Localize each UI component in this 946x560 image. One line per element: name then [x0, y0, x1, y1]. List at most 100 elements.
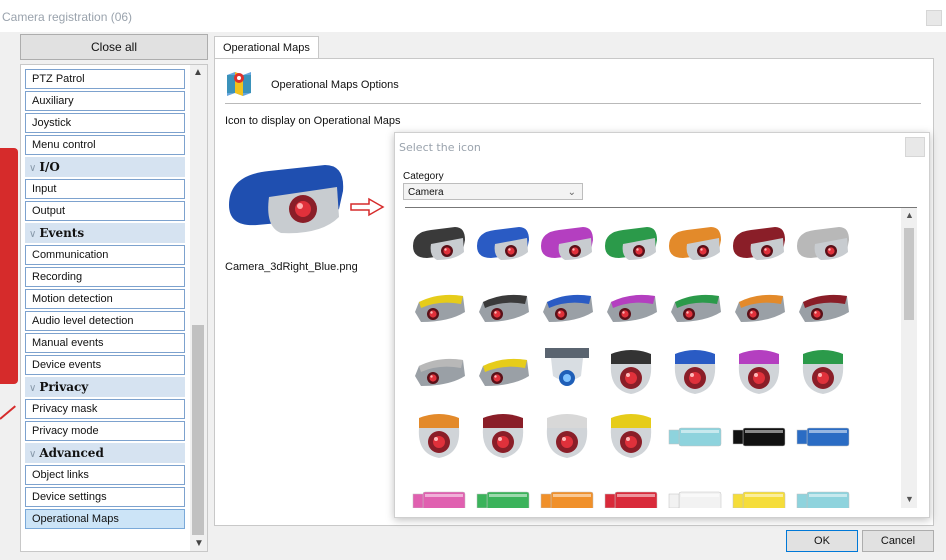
annotation-line: [0, 405, 16, 420]
icon-option-box-2-0[interactable]: [409, 342, 469, 402]
scroll-up-icon[interactable]: ▲: [193, 67, 203, 78]
nav-item-motion-detection[interactable]: Motion detection: [25, 289, 185, 309]
icon-option-box-1-6[interactable]: [793, 278, 853, 338]
nav-group-label: I/O: [39, 160, 60, 174]
close-all-button[interactable]: Close all: [20, 34, 208, 60]
nav-item-audio-level-detection[interactable]: Audio level detection: [25, 311, 185, 331]
icon-option-flat-3-5[interactable]: [729, 406, 789, 466]
nav-item-auxiliary[interactable]: Auxiliary: [25, 91, 185, 111]
icon-option-box-1-2[interactable]: [537, 278, 597, 338]
icon-option-flat-4-4[interactable]: [665, 470, 725, 508]
icon-option-bullet-0-0[interactable]: [409, 214, 469, 274]
icon-option-ceiling-2-2[interactable]: [537, 342, 597, 402]
window-close-button[interactable]: [926, 10, 942, 26]
icon-grid-scrollbar[interactable]: ▲ ▼: [901, 208, 917, 508]
options-header-label: Operational Maps Options: [271, 79, 399, 91]
icon-option-flat-3-4[interactable]: [665, 406, 725, 466]
nav-item-communication[interactable]: Communication: [25, 245, 185, 265]
settings-nav-list: PTZ Patrol Auxiliary Joystick Menu control ∨…: [20, 64, 208, 552]
icon-option-bullet-0-4[interactable]: [665, 214, 725, 274]
dialog-close-button[interactable]: [905, 137, 925, 157]
nav-group-i-o[interactable]: ∨ I/O: [25, 157, 185, 177]
header-divider: [225, 103, 921, 104]
nav-group-label: Events: [39, 226, 85, 240]
icon-option-flat-4-5[interactable]: [729, 470, 789, 508]
nav-group-privacy[interactable]: ∨ Privacy: [25, 377, 185, 397]
nav-item-device-events[interactable]: Device events: [25, 355, 185, 375]
icon-grid: ▲ ▼: [405, 207, 917, 508]
tab-operational-maps[interactable]: Operational Maps: [214, 36, 319, 59]
icon-option-box-1-4[interactable]: [665, 278, 725, 338]
icon-option-dome-2-5[interactable]: [729, 342, 789, 402]
chevron-down-icon: ∨: [29, 449, 37, 460]
nav-item-privacy-mask[interactable]: Privacy mask: [25, 399, 185, 419]
icon-option-box-1-3[interactable]: [601, 278, 661, 338]
nav-group-advanced[interactable]: ∨ Advanced: [25, 443, 185, 463]
nav-item-input[interactable]: Input: [25, 179, 185, 199]
window-title: Camera registration (06): [2, 10, 133, 24]
icon-option-flat-4-6[interactable]: [793, 470, 853, 508]
nav-item-device-settings[interactable]: Device settings: [25, 487, 185, 507]
scroll-up-icon[interactable]: ▲: [905, 210, 914, 220]
icon-option-flat-4-3[interactable]: [601, 470, 661, 508]
scroll-down-icon[interactable]: ▼: [905, 494, 914, 504]
icon-filename: Camera_3dRight_Blue.png: [225, 261, 358, 273]
dialog-title: Select the icon: [399, 141, 481, 154]
icon-option-bullet-0-6[interactable]: [793, 214, 853, 274]
ok-button[interactable]: OK: [786, 530, 858, 552]
nav-group-events[interactable]: ∨ Events: [25, 223, 185, 243]
icon-display-label: Icon to display on Operational Maps: [225, 115, 401, 127]
nav-item-output[interactable]: Output: [25, 201, 185, 221]
icon-option-bullet-0-3[interactable]: [601, 214, 661, 274]
icon-option-dome-2-3[interactable]: [601, 342, 661, 402]
category-value: Camera: [408, 187, 444, 198]
icon-option-flat-4-2[interactable]: [537, 470, 597, 508]
nav-scrollbar[interactable]: ▲ ▼: [190, 65, 207, 551]
icon-option-dome-3-1[interactable]: [473, 406, 533, 466]
icon-option-box-1-0[interactable]: [409, 278, 469, 338]
tab-bar: Operational Maps: [214, 34, 940, 59]
options-header: Operational Maps Options: [225, 69, 925, 105]
icon-option-dome-3-0[interactable]: [409, 406, 469, 466]
nav-item-ptz-patrol[interactable]: PTZ Patrol: [25, 69, 185, 89]
nav-item-operational-maps[interactable]: Operational Maps: [25, 509, 185, 529]
icon-option-box-1-5[interactable]: [729, 278, 789, 338]
nav-item-menu-control[interactable]: Menu control: [25, 135, 185, 155]
chevron-down-icon: ∨: [29, 229, 37, 240]
icon-option-box-2-1[interactable]: [473, 342, 533, 402]
map-icon: [227, 72, 251, 96]
icon-option-flat-3-6[interactable]: [793, 406, 853, 466]
nav-item-recording[interactable]: Recording: [25, 267, 185, 287]
category-label: Category: [403, 171, 444, 182]
nav-item-object-links[interactable]: Object links: [25, 465, 185, 485]
nav-item-manual-events[interactable]: Manual events: [25, 333, 185, 353]
scroll-down-icon[interactable]: ▼: [194, 538, 204, 549]
icon-option-dome-2-6[interactable]: [793, 342, 853, 402]
arrow-right-icon: [350, 197, 385, 217]
cancel-button[interactable]: Cancel: [862, 530, 934, 552]
nav-group-label: Advanced: [39, 446, 104, 460]
icon-option-dome-3-3[interactable]: [601, 406, 661, 466]
left-panel: Close all PTZ Patrol Auxiliary Joystick Men…: [20, 34, 208, 552]
icon-option-flat-4-0[interactable]: [409, 470, 469, 508]
icon-option-dome-3-2[interactable]: [537, 406, 597, 466]
icon-option-flat-4-1[interactable]: [473, 470, 533, 508]
scroll-thumb[interactable]: [192, 325, 204, 535]
nav-item-privacy-mode[interactable]: Privacy mode: [25, 421, 185, 441]
icon-option-box-1-1[interactable]: [473, 278, 533, 338]
icon-option-bullet-0-1[interactable]: [473, 214, 533, 274]
scroll-thumb[interactable]: [904, 228, 914, 320]
chevron-down-icon: ∨: [29, 163, 37, 174]
category-select[interactable]: Camera ⌄: [403, 183, 583, 200]
chevron-down-icon: ∨: [29, 383, 37, 394]
icon-option-bullet-0-5[interactable]: [729, 214, 789, 274]
title-bar: Camera registration (06): [0, 0, 946, 32]
icon-option-bullet-0-2[interactable]: [537, 214, 597, 274]
nav-group-label: Privacy: [39, 380, 89, 394]
select-icon-dialog: Select the icon Category Camera ⌄ ▲ ▼: [394, 132, 930, 518]
annotation-marker: [0, 148, 18, 384]
selected-camera-preview[interactable]: [221, 147, 351, 247]
nav-item-joystick[interactable]: Joystick: [25, 113, 185, 133]
icon-option-dome-2-4[interactable]: [665, 342, 725, 402]
chevron-down-icon: ⌄: [567, 187, 576, 198]
